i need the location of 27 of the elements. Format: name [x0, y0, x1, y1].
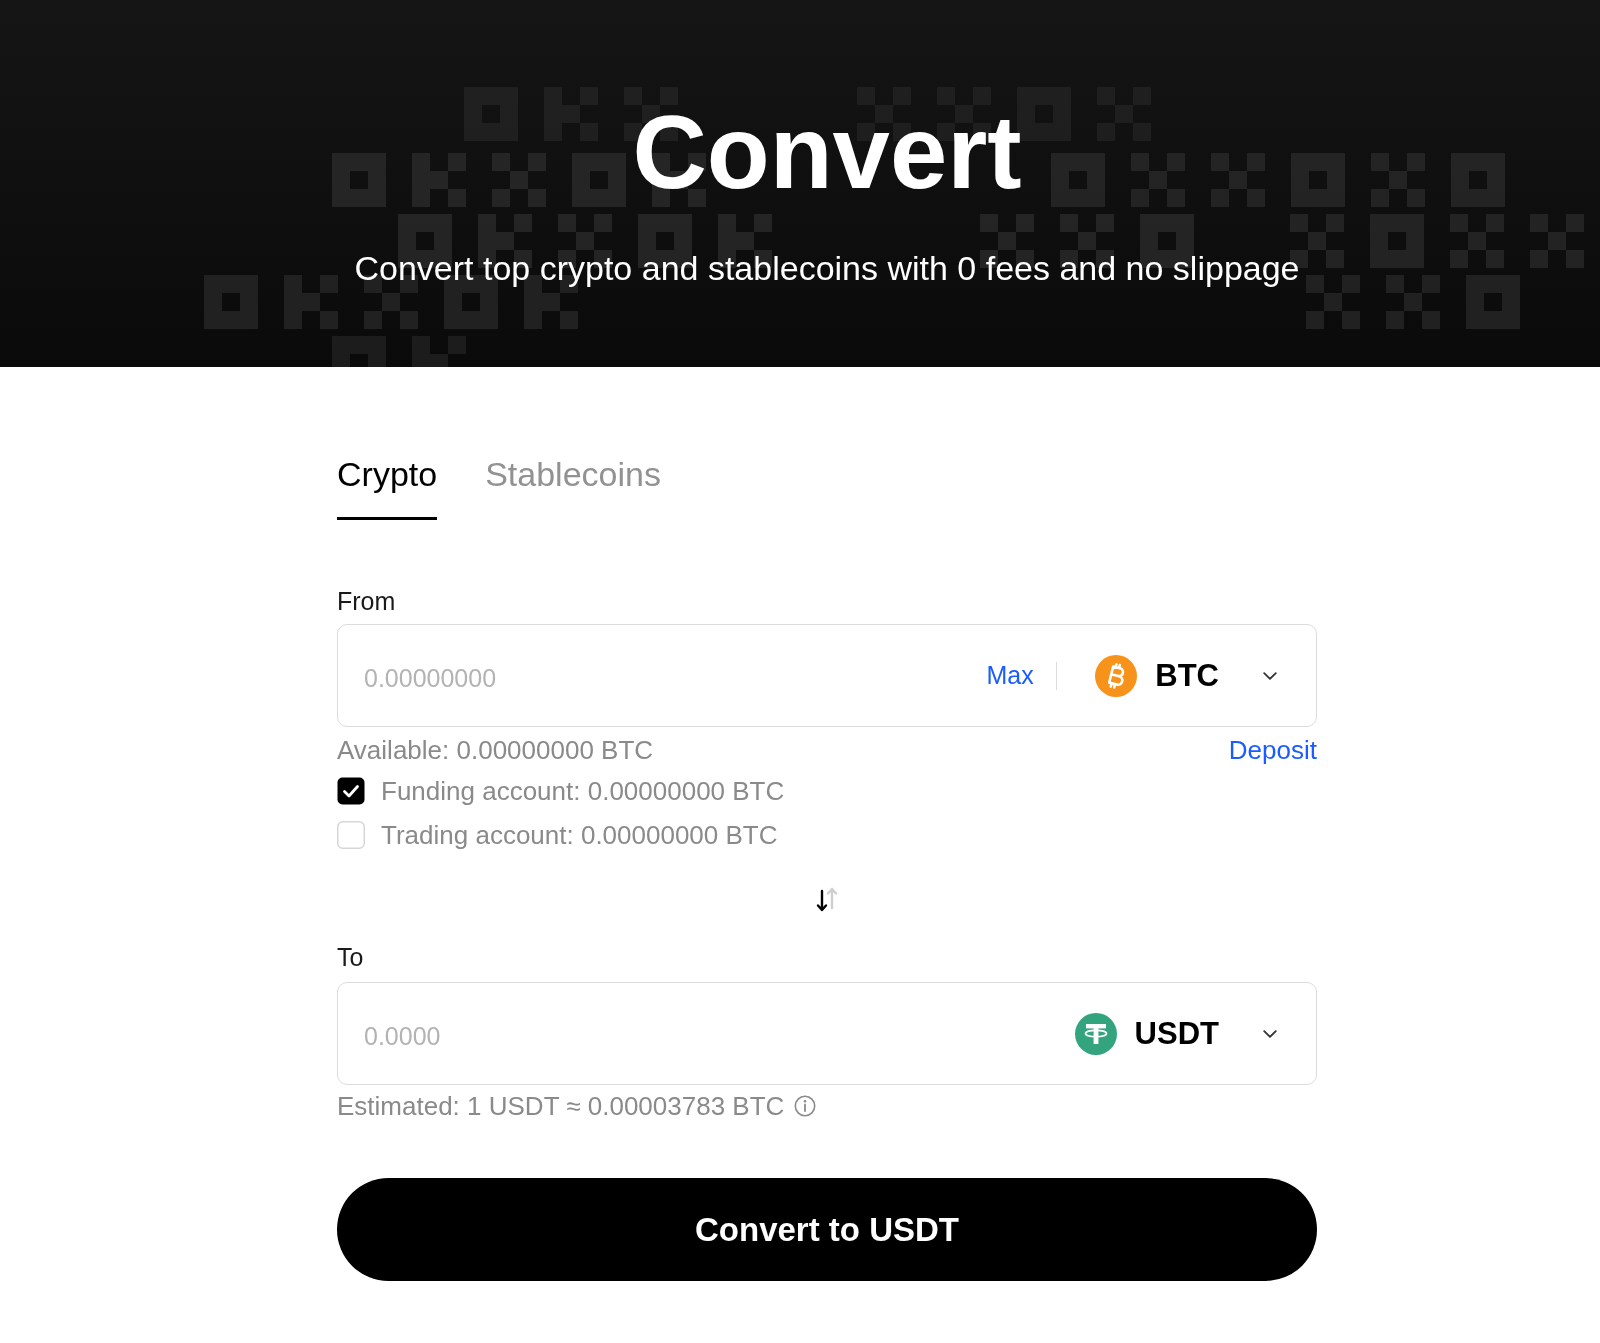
amount-input[interactable]: 0.00000000: [364, 658, 987, 699]
deposit-link[interactable]: Deposit: [1228, 735, 1317, 765]
tab[interactable]: Crypto: [337, 454, 438, 520]
account-balance-label: Trading account: 0.00000000 BTC: [381, 820, 778, 850]
currency-code: USDT: [1134, 1015, 1219, 1052]
currency-code: BTC: [1155, 657, 1219, 694]
currency-select[interactable]: BTC: [1095, 654, 1277, 697]
field-label: From: [337, 586, 396, 616]
info-icon[interactable]: [794, 1095, 817, 1117]
amount-field[interactable]: 0.00000000 Max BTC: [337, 624, 1317, 727]
page-title: Convert: [632, 96, 1022, 210]
account-balance-label: Funding account: 0.00000000 BTC: [381, 776, 785, 806]
amount-input[interactable]: 0.0000: [364, 1016, 1075, 1057]
available-balance: Available: 0.00000000 BTC: [337, 735, 654, 765]
chevron-down-icon: [1263, 671, 1277, 680]
max-button[interactable]: Max: [986, 661, 1034, 690]
field-label: To: [337, 942, 364, 972]
convert-button[interactable]: Convert to USDT: [337, 1178, 1317, 1281]
exchange-rate-text: Estimated: 1 USDT ≈ 0.00003783 BTC: [337, 1091, 785, 1121]
checkbox[interactable]: [337, 821, 365, 849]
amount-field[interactable]: 0.0000 USDT: [337, 982, 1317, 1085]
checkbox[interactable]: [337, 777, 365, 805]
chevron-down-icon: [1263, 1029, 1277, 1038]
page-subtitle: Convert top crypto and stablecoins with 0 fees and no slippage: [354, 248, 1300, 289]
bitcoin-icon: [1095, 654, 1138, 697]
currency-select[interactable]: USDT: [1074, 1012, 1277, 1055]
tether-icon: [1074, 1012, 1117, 1055]
